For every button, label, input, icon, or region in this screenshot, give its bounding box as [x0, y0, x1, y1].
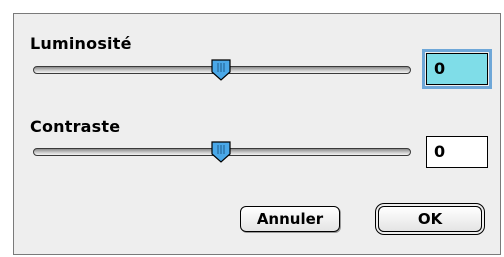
contrast-value-field[interactable]: 0 — [426, 136, 488, 168]
brightness-label: Luminosité — [30, 34, 132, 53]
contrast-slider-thumb[interactable] — [211, 141, 231, 163]
brightness-value: 0 — [427, 54, 487, 84]
brightness-slider-thumb[interactable] — [211, 59, 231, 81]
cancel-button[interactable]: Annuler — [240, 206, 340, 232]
brightness-value-field[interactable]: 0 — [422, 49, 492, 89]
contrast-value: 0 — [434, 142, 446, 161]
contrast-label: Contraste — [30, 117, 121, 136]
brightness-contrast-dialog: Luminosité 0 Contraste 0 Annuler OK — [13, 13, 501, 255]
ok-button[interactable]: OK — [378, 206, 482, 232]
